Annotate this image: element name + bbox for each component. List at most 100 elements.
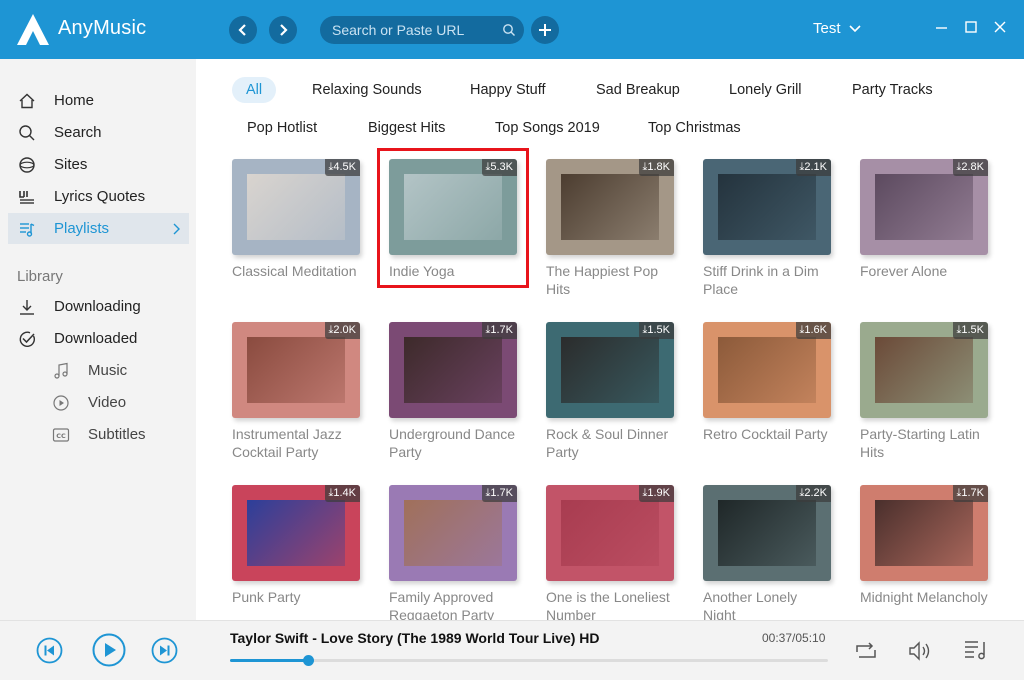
playlist-cover-image (404, 174, 502, 240)
track-title: Taylor Swift - Love Story (The 1989 Worl… (230, 630, 600, 646)
sidebar-item-downloading[interactable]: Downloading (8, 291, 189, 322)
playlist-title[interactable]: Midnight Melancholy (860, 588, 990, 606)
playlist-thumbnail[interactable]: ⤓2.0K (232, 322, 360, 418)
search-icon[interactable] (502, 23, 516, 37)
sidebar-item-video[interactable]: Video (8, 387, 189, 418)
download-count: 1.5K (961, 324, 984, 336)
playlist-thumbnail[interactable]: ⤓1.7K (860, 485, 988, 581)
sidebar-item-search[interactable]: Search (8, 117, 189, 148)
download-count-badge: ⤓1.5K (639, 322, 674, 339)
download-count: 1.7K (490, 324, 513, 336)
sidebar-item-home[interactable]: Home (8, 85, 189, 116)
playlist-title[interactable]: Retro Cocktail Party (703, 425, 833, 443)
quote-icon (19, 191, 34, 204)
playlist-thumbnail[interactable]: ⤓1.7K (389, 322, 517, 418)
playlist-title[interactable]: Punk Party (232, 588, 362, 606)
download-count-badge: ⤓2.2K (796, 485, 831, 502)
chevron-right-icon (173, 223, 180, 235)
category-chip-biggest-hits[interactable]: Biggest Hits (354, 115, 459, 141)
close-icon[interactable] (992, 19, 1008, 35)
download-count-badge: ⤓1.5K (953, 322, 988, 339)
app-name: AnyMusic (58, 17, 147, 39)
playlist-title[interactable]: Family Approved Reggaeton Party (389, 588, 519, 620)
playlist-thumbnail[interactable]: ⤓1.4K (232, 485, 360, 581)
playlist-thumbnail[interactable]: ⤓2.1K (703, 159, 831, 255)
play-icon[interactable] (92, 633, 126, 667)
playlist-cover-image (561, 500, 659, 566)
download-count: 2.0K (333, 324, 356, 336)
playlist-title[interactable]: Instrumental Jazz Cocktail Party (232, 425, 362, 461)
download-count: 1.9K (647, 487, 670, 499)
download-count: 4.5K (333, 161, 356, 173)
download-count-badge: ⤓2.8K (953, 159, 988, 176)
maximize-icon[interactable] (963, 19, 979, 35)
progress-fill (230, 659, 308, 662)
playlist-cover-image (718, 174, 816, 240)
playlist-thumbnail[interactable]: ⤓5.3K (389, 159, 517, 255)
search-input[interactable] (332, 20, 497, 40)
playlist-thumbnail[interactable]: ⤓1.5K (860, 322, 988, 418)
playlist-title[interactable]: Rock & Soul Dinner Party (546, 425, 676, 461)
sidebar-item-music[interactable]: Music (8, 355, 189, 386)
playlist-thumbnail[interactable]: ⤓4.5K (232, 159, 360, 255)
sidebar-item-sites[interactable]: Sites (8, 149, 189, 180)
playlist-cover-image (247, 500, 345, 566)
cc-icon: CC (52, 428, 70, 442)
download-count: 1.7K (961, 487, 984, 499)
download-count: 2.2K (804, 487, 827, 499)
category-chip-lonely-grill[interactable]: Lonely Grill (715, 77, 816, 103)
add-url-button[interactable] (531, 16, 559, 44)
repeat-icon[interactable] (853, 640, 879, 662)
progress-bar[interactable] (230, 655, 828, 666)
sidebar-item-label: Music (88, 362, 128, 379)
playlist-title[interactable]: Party-Starting Latin Hits (860, 425, 990, 461)
category-chip-top-christmas[interactable]: Top Christmas (634, 115, 755, 141)
category-chip-pop-hotlist[interactable]: Pop Hotlist (233, 115, 331, 141)
download-count-badge: ⤓5.3K (482, 159, 517, 176)
playlist-title[interactable]: Forever Alone (860, 262, 990, 280)
category-chip-all[interactable]: All (232, 77, 277, 103)
search-box (320, 16, 524, 44)
playlist-thumbnail[interactable]: ⤓1.8K (546, 159, 674, 255)
sidebar-item-label: Downloading (54, 298, 141, 315)
playlist-thumbnail[interactable]: ⤓2.2K (703, 485, 831, 581)
sidebar-item-downloaded[interactable]: Downloaded (8, 323, 189, 354)
playlist-cover-image (875, 337, 973, 403)
playlist-thumbnail[interactable]: ⤓2.8K (860, 159, 988, 255)
minimize-icon[interactable] (933, 19, 949, 35)
category-chip-happy-stuff[interactable]: Happy Stuff (456, 77, 560, 103)
chevron-right-icon (280, 24, 288, 36)
user-menu[interactable]: Test (813, 20, 861, 37)
next-track-icon[interactable] (151, 637, 178, 664)
progress-knob[interactable] (302, 655, 314, 666)
volume-icon[interactable] (908, 640, 934, 662)
previous-track-icon[interactable] (36, 637, 63, 664)
playlist-title[interactable]: Underground Dance Party (389, 425, 519, 461)
playlist-title[interactable]: Another Lonely Night (703, 588, 833, 620)
sidebar-item-subtitles[interactable]: CC Subtitles (8, 419, 189, 450)
playlist-thumbnail[interactable]: ⤓1.9K (546, 485, 674, 581)
playlist-title[interactable]: Classical Meditation (232, 262, 362, 280)
sidebar-item-lyrics-quotes[interactable]: Lyrics Quotes (8, 181, 189, 212)
playlist-title[interactable]: Indie Yoga (389, 262, 519, 280)
back-button[interactable] (229, 16, 257, 44)
category-chip-party-tracks[interactable]: Party Tracks (838, 77, 947, 103)
playlist-cover-image (247, 337, 345, 403)
category-chip-top-songs-2019[interactable]: Top Songs 2019 (481, 115, 614, 141)
download-count: 1.4K (333, 487, 356, 499)
download-count: 5.3K (490, 161, 513, 173)
playlist-title[interactable]: One is the Loneliest Number (546, 588, 676, 620)
sidebar-item-label: Home (54, 92, 95, 109)
playlist-thumbnail[interactable]: ⤓1.5K (546, 322, 674, 418)
forward-button[interactable] (269, 16, 297, 44)
playlist-thumbnail[interactable]: ⤓1.6K (703, 322, 831, 418)
playlist-title[interactable]: Stiff Drink in a Dim Place (703, 262, 833, 298)
category-chip-sad-breakup[interactable]: Sad Breakup (582, 77, 694, 103)
download-count-badge: ⤓1.7K (482, 485, 517, 502)
playlist-title[interactable]: The Happiest Pop Hits (546, 262, 676, 298)
download-count-badge: ⤓1.7K (953, 485, 988, 502)
category-chip-relaxing-sounds[interactable]: Relaxing Sounds (298, 77, 436, 103)
playlist-queue-icon[interactable] (963, 637, 989, 663)
sidebar-item-playlists[interactable]: Playlists (8, 213, 189, 244)
playlist-thumbnail[interactable]: ⤓1.7K (389, 485, 517, 581)
